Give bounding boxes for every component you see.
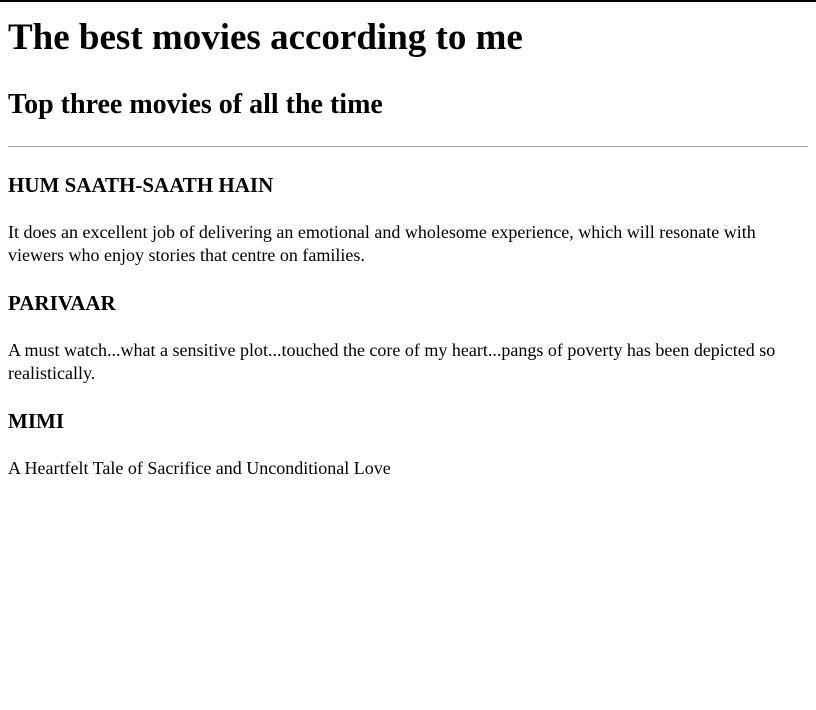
movie-review: It does an excellent job of delivering a…	[8, 222, 756, 265]
movie-entry: HUM SAATH-SAATH HAIN It does an excellen…	[8, 173, 808, 267]
movie-title: HUM SAATH-SAATH HAIN	[8, 173, 274, 197]
divider	[8, 146, 808, 147]
page-title: The best movies according to me	[8, 17, 523, 58]
movie-entry: MIMI A Heartfelt Tale of Sacrifice and U…	[8, 409, 808, 480]
movie-review: A must watch...what a sensitive plot...t…	[8, 340, 776, 383]
movie-review: A Heartfelt Tale of Sacrifice and Uncond…	[8, 458, 391, 478]
page-subtitle: Top three movies of all the time	[8, 89, 383, 120]
movie-title: PARIVAAR	[8, 291, 116, 315]
movie-title: MIMI	[8, 409, 64, 433]
movie-entry: PARIVAAR A must watch...what a sensitive…	[8, 291, 808, 385]
page-content: The best movies according to me Top thre…	[0, 17, 816, 480]
